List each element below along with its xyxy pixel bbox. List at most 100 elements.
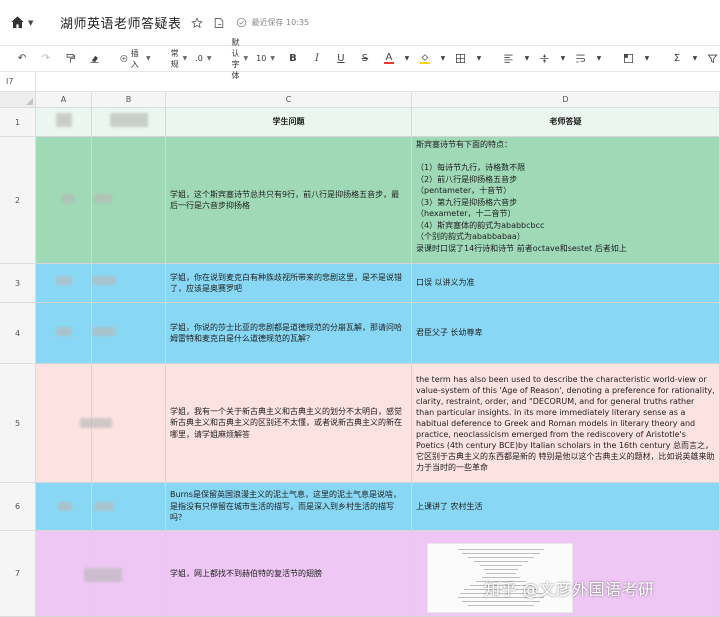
freeze-icon[interactable] bbox=[619, 49, 639, 69]
document-title[interactable]: 湖师英语老师答疑表 bbox=[60, 13, 182, 32]
chevron-down-icon: ▼ bbox=[182, 55, 188, 62]
saved-check-icon bbox=[235, 16, 248, 29]
bold-button[interactable]: B bbox=[283, 49, 303, 69]
plus-circle-icon bbox=[120, 55, 128, 62]
watermark: 知乎 @文彦外国语考研 bbox=[484, 580, 655, 599]
chevron-down-icon[interactable]: ▼ bbox=[403, 49, 411, 69]
answer-text: 上课讲了 农村生活 bbox=[416, 501, 483, 511]
question-cell-2[interactable]: 学姐，这个斯宾塞诗节总共只有9行，前八行是抑扬格五音步，最后一行是六音步抑扬格 bbox=[166, 137, 412, 264]
redacted-name bbox=[80, 418, 112, 428]
toolbar: ↶ ↷ 插入 ▼ 常规 ▼ .0 ▼ 默认字体 ▼ 10 ▼ B I U S A… bbox=[0, 38, 720, 80]
column-header-d[interactable]: D bbox=[412, 92, 720, 108]
formula-input[interactable] bbox=[36, 72, 720, 92]
row-header-6[interactable]: 6 bbox=[0, 483, 36, 531]
star-icon[interactable] bbox=[191, 16, 204, 29]
question-cell-5[interactable]: 学姐，我有一个关于新古典主义和古典主义的划分不太明白，感觉新古典主义和古典主义的… bbox=[166, 364, 412, 483]
format-painter-icon[interactable] bbox=[60, 49, 80, 69]
row-header-5[interactable]: 5 bbox=[0, 364, 36, 483]
text-color-swatch bbox=[383, 62, 394, 64]
fill-color-swatch bbox=[419, 62, 430, 64]
saved-status: 最近保存 10:35 bbox=[251, 18, 310, 27]
spreadsheet-grid: A B C D 1 2 3 4 5 6 7 学生问题 老师答疑 学姐，这个斯宾塞… bbox=[0, 92, 720, 617]
chevron-down-icon: ▼ bbox=[206, 55, 212, 62]
strikethrough-button[interactable]: S bbox=[355, 49, 375, 69]
question-text: 学姐，我有一个关于新古典主义和古典主义的划分不太明白，感觉新古典主义和古典主义的… bbox=[170, 406, 402, 439]
chevron-down-icon[interactable]: ▼ bbox=[439, 49, 447, 69]
redacted-name bbox=[84, 568, 122, 582]
chevron-down-icon[interactable]: ▼ bbox=[475, 49, 483, 69]
redacted-name bbox=[62, 194, 74, 203]
question-cell-7[interactable]: 学姐，网上都找不到赫伯特的复活节的翅膀 bbox=[166, 531, 412, 617]
answer-cell-2[interactable]: 斯宾塞诗节有下面的特点： （1）每诗节九行，诗格数不限 （2）前八行是抑扬格五音… bbox=[412, 137, 720, 264]
chevron-down-icon: ▼ bbox=[270, 55, 275, 62]
font-size-label: 10 bbox=[256, 54, 267, 63]
undo-icon[interactable]: ↶ bbox=[12, 49, 32, 69]
answer-cell-6[interactable]: 上课讲了 农村生活 bbox=[412, 483, 720, 531]
decimal-dropdown[interactable]: .0 ▼ bbox=[195, 54, 211, 63]
decimal-label: .0 bbox=[195, 54, 203, 63]
redacted-name bbox=[92, 327, 116, 336]
functions-button[interactable]: Σ bbox=[667, 49, 687, 69]
answer-text: 斯宾塞诗节有下面的特点： （1）每诗节九行，诗格数不限 （2）前八行是抑扬格五音… bbox=[416, 140, 627, 253]
answer-text: 口误 以讲义为准 bbox=[416, 278, 475, 288]
chevron-down-icon: ▼ bbox=[243, 55, 249, 62]
answer-text: the term has also been used to describe … bbox=[416, 374, 715, 472]
chevron-down-icon: ▼ bbox=[28, 18, 34, 27]
chevron-down-icon[interactable]: ▼ bbox=[595, 49, 603, 69]
home-menu-button[interactable]: ▼ bbox=[10, 11, 40, 35]
column-header-a[interactable]: A bbox=[36, 92, 92, 108]
chevron-down-icon[interactable]: ▼ bbox=[691, 49, 699, 69]
answer-header[interactable]: 老师答疑 bbox=[412, 108, 720, 137]
redacted-name bbox=[56, 113, 72, 127]
fill-color-icon[interactable] bbox=[415, 49, 435, 69]
answer-cell-4[interactable]: 君臣父子 长幼尊卑 bbox=[412, 303, 720, 364]
underline-button[interactable]: U bbox=[331, 49, 351, 69]
borders-icon[interactable] bbox=[451, 49, 471, 69]
redo-icon[interactable]: ↷ bbox=[36, 49, 56, 69]
redacted-name bbox=[92, 276, 116, 285]
answer-cell-5[interactable]: the term has also been used to describe … bbox=[412, 364, 720, 483]
redacted-name bbox=[56, 327, 72, 336]
question-text: Burns是保留英国浪漫主义的泥土气息，这里的泥土气息是说啥，是指没有只停留在城… bbox=[170, 490, 401, 523]
redacted-name bbox=[94, 194, 112, 203]
redacted-name bbox=[94, 502, 114, 511]
answer-cell-3[interactable]: 口误 以讲义为准 bbox=[412, 264, 720, 303]
font-size-dropdown[interactable]: 10 ▼ bbox=[256, 54, 275, 63]
number-format-dropdown[interactable]: 常规 ▼ bbox=[171, 48, 188, 70]
row-header-3[interactable]: 3 bbox=[0, 264, 36, 303]
cell-reference-box[interactable]: I7 bbox=[0, 71, 36, 92]
text-color-label: A bbox=[385, 52, 393, 63]
answer-text: 君臣父子 长幼尊卑 bbox=[416, 328, 483, 338]
question-cell-6[interactable]: Burns是保留英国浪漫主义的泥土气息，这里的泥土气息是说啥，是指没有只停留在城… bbox=[166, 483, 412, 531]
insert-label: 插入 bbox=[130, 48, 139, 69]
row-header-1[interactable]: 1 bbox=[0, 108, 36, 137]
align-vertical-icon[interactable] bbox=[535, 49, 555, 69]
question-text: 学姐，你说的莎士比亚的悲剧都是道德规范的分崩瓦解，那请问哈姆雷特和麦克白是什么道… bbox=[170, 322, 402, 344]
clear-format-icon[interactable] bbox=[84, 49, 104, 69]
text-wrap-icon[interactable] bbox=[571, 49, 591, 69]
question-text: 学姐，网上都找不到赫伯特的复活节的翅膀 bbox=[170, 568, 322, 578]
chevron-down-icon[interactable]: ▼ bbox=[643, 49, 651, 69]
question-cell-3[interactable]: 学姐，你在说到麦克白有种族歧视所带来的悲剧这里，是不是说错了，应该是奥赛罗吧 bbox=[166, 264, 412, 303]
select-all-corner[interactable] bbox=[0, 92, 36, 108]
home-icon bbox=[11, 16, 24, 29]
chevron-down-icon: ▼ bbox=[146, 55, 151, 62]
row-header-7[interactable]: 7 bbox=[0, 531, 36, 617]
text-color-button[interactable]: A bbox=[379, 49, 399, 69]
insert-button[interactable]: 插入 ▼ bbox=[120, 48, 151, 70]
column-header-b[interactable]: B bbox=[92, 92, 166, 108]
row-header-4[interactable]: 4 bbox=[0, 303, 36, 364]
italic-button[interactable]: I bbox=[307, 49, 327, 69]
question-cell-4[interactable]: 学姐，你说的莎士比亚的悲剧都是道德规范的分崩瓦解，那请问哈姆雷特和麦克白是什么道… bbox=[166, 303, 412, 364]
redacted-name bbox=[110, 113, 148, 127]
filter-icon[interactable] bbox=[703, 49, 720, 69]
question-header[interactable]: 学生问题 bbox=[166, 108, 412, 137]
column-header-c[interactable]: C bbox=[166, 92, 412, 108]
chevron-down-icon[interactable]: ▼ bbox=[523, 49, 531, 69]
move-to-folder-icon[interactable] bbox=[213, 16, 226, 29]
row-header-2[interactable]: 2 bbox=[0, 137, 36, 264]
redacted-name bbox=[58, 502, 72, 511]
align-horizontal-icon[interactable] bbox=[499, 49, 519, 69]
formula-bar: I7 bbox=[0, 71, 720, 92]
chevron-down-icon[interactable]: ▼ bbox=[559, 49, 567, 69]
